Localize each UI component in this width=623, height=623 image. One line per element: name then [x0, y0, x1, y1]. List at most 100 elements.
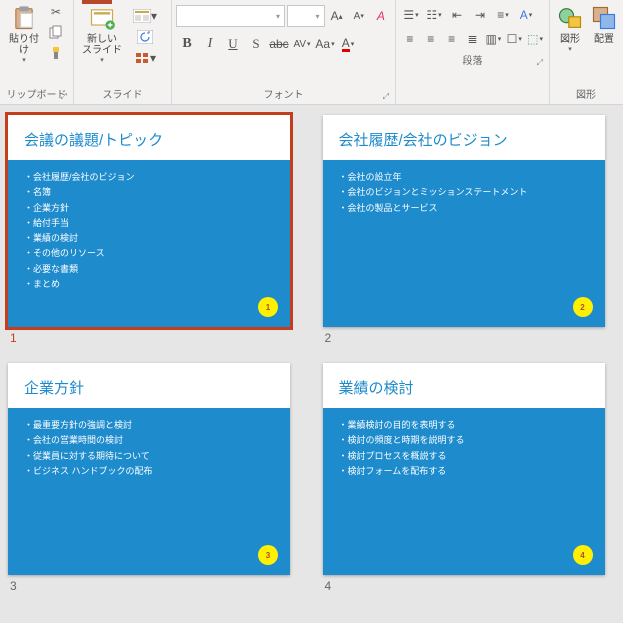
numbering-button[interactable]: ☷▾: [423, 4, 445, 26]
slide-bullet: 検討フォームを配布する: [339, 464, 589, 479]
text-direction-icon: A: [520, 8, 528, 22]
new-slide-button[interactable]: 新しい スライド ▾: [78, 2, 126, 66]
font-color-button[interactable]: A▾: [337, 33, 359, 55]
slide-title: 会社履歴/会社のビジョン: [339, 129, 589, 150]
slide-bullet: 会社のビジョンとミッションステートメント: [339, 185, 589, 200]
slide-thumbnail[interactable]: 会議の議題/トピック会社履歴/会社のビジョン名簿企業方針給付手当業績の検討その他…: [8, 115, 301, 345]
slide-thumb[interactable]: 企業方針最重要方針の強調と検討会社の営業時間の検討従業員に対する期待についてビジ…: [8, 363, 290, 575]
slide-bullet: 従業員に対する期待について: [24, 449, 274, 464]
decrease-font-button[interactable]: A▾: [349, 5, 369, 27]
slide-bullet: 検討の頻度と時期を説明する: [339, 433, 589, 448]
dialog-launcher-icon[interactable]: ⤢: [383, 92, 389, 102]
char-spacing-button[interactable]: AV▾: [291, 33, 313, 55]
outdent-icon: ⇤: [452, 8, 462, 22]
slide-bullet: 業績検討の目的を表明する: [339, 418, 589, 433]
increase-indent-button[interactable]: ⇥: [469, 4, 491, 26]
slide-title-band: 企業方針: [8, 363, 290, 408]
align-center-icon: ≡: [427, 32, 434, 46]
group-paragraph: ☰▾ ☷▾ ⇤ ⇥ ≡▾ A▾ ≡ ≡ ≡ ≣ ▥▾ ☐▾ ⬚▾ 段落 ⤢: [396, 0, 550, 104]
group-label: リップボード: [7, 90, 67, 101]
comment-badge[interactable]: 4: [573, 545, 593, 565]
dialog-launcher-icon[interactable]: ⤢: [61, 92, 67, 102]
slide-bullet: 会社履歴/会社のビジョン: [24, 170, 274, 185]
strike-button[interactable]: abc: [268, 33, 290, 55]
columns-icon: ▥: [485, 32, 496, 46]
section-button[interactable]: ▾: [128, 48, 162, 68]
line-spacing-button[interactable]: ≡▾: [492, 4, 514, 26]
slide-thumbnail[interactable]: 会社履歴/会社のビジョン会社の設立年会社のビジョンとミッションステートメント会社…: [323, 115, 616, 345]
slide-thumb[interactable]: 業績の検討業績検討の目的を表明する検討の頻度と時期を説明する検討プロセスを概説す…: [323, 363, 605, 575]
new-slide-label: 新しい スライド: [82, 34, 122, 56]
comment-badge[interactable]: 1: [258, 297, 278, 317]
slide-title-band: 業績の検討: [323, 363, 605, 408]
group-slides: 新しい スライド ▾ ▾ ▾ スライド: [74, 0, 172, 104]
slide-title-band: 会議の議題/トピック: [8, 115, 290, 160]
group-label: 段落: [463, 56, 483, 67]
font-name-combo[interactable]: ▾: [176, 5, 285, 27]
slide-bullet: 検討プロセスを概説する: [339, 449, 589, 464]
bullets-icon: ☰: [403, 8, 414, 22]
clear-format-button[interactable]: A: [371, 5, 391, 27]
slide-title: 業績の検討: [339, 377, 589, 398]
align-right-button[interactable]: ≡: [442, 28, 462, 50]
copy-icon: [49, 25, 63, 42]
align-left-button[interactable]: ≡: [400, 28, 420, 50]
line-spacing-icon: ≡: [497, 8, 504, 22]
underline-button[interactable]: U: [222, 33, 244, 55]
slide-bullet: 名簿: [24, 185, 274, 200]
bullets-button[interactable]: ☰▾: [400, 4, 422, 26]
reset-button[interactable]: [128, 27, 162, 47]
brush-icon: [49, 46, 63, 63]
arrange-button[interactable]: 配置: [588, 2, 620, 47]
slide-bullet: 会社の製品とサービス: [339, 201, 589, 216]
increase-font-button[interactable]: A▴: [327, 5, 347, 27]
shapes-button[interactable]: 図形 ▾: [554, 2, 586, 55]
paste-icon: [10, 4, 38, 32]
shapes-icon: [556, 4, 584, 32]
chevron-down-icon: ▾: [276, 12, 280, 21]
columns-button[interactable]: ▥▾: [483, 28, 503, 50]
shadow-button[interactable]: S: [245, 33, 267, 55]
text-direction-button[interactable]: A▾: [515, 4, 537, 26]
justify-button[interactable]: ≣: [463, 28, 483, 50]
change-case-button[interactable]: Aa▾: [314, 33, 336, 55]
align-text-button[interactable]: ☐▾: [504, 28, 524, 50]
slide-title-band: 会社履歴/会社のビジョン: [323, 115, 605, 160]
slide-thumbnail[interactable]: 企業方針最重要方針の強調と検討会社の営業時間の検討従業員に対する期待についてビジ…: [8, 363, 301, 593]
group-label: スライド: [103, 90, 143, 101]
comment-badge[interactable]: 3: [258, 545, 278, 565]
dialog-launcher-icon[interactable]: ⤢: [537, 58, 543, 68]
decrease-indent-button[interactable]: ⇤: [446, 4, 468, 26]
italic-button[interactable]: I: [199, 33, 221, 55]
font-size-combo[interactable]: ▾: [287, 5, 325, 27]
slide-number: 4: [325, 579, 616, 593]
slide-bullet: 最重要方針の強調と検討: [24, 418, 274, 433]
layout-button[interactable]: ▾: [128, 6, 162, 26]
slide-thumbnail[interactable]: 業績の検討業績検討の目的を表明する検討の頻度と時期を説明する検討プロセスを概説す…: [323, 363, 616, 593]
smartart-icon: ⬚: [527, 32, 538, 46]
cut-button[interactable]: ✂: [46, 2, 66, 22]
slide-bullet: ビジネス ハンドブックの配布: [24, 464, 274, 479]
align-right-icon: ≡: [448, 32, 455, 46]
group-label: 図形: [576, 90, 596, 101]
smartart-button[interactable]: ⬚▾: [525, 28, 545, 50]
bold-button[interactable]: B: [176, 33, 198, 55]
format-painter-button[interactable]: [46, 44, 66, 64]
paste-label: 貼り付け: [6, 34, 42, 56]
align-left-icon: ≡: [406, 32, 413, 46]
group-label: フォント: [264, 90, 304, 101]
slide-body: 会社の設立年会社のビジョンとミッションステートメント会社の製品とサービス: [323, 160, 605, 226]
slide-thumb[interactable]: 会社履歴/会社のビジョン会社の設立年会社のビジョンとミッションステートメント会社…: [323, 115, 605, 327]
copy-button[interactable]: [46, 23, 66, 43]
align-center-button[interactable]: ≡: [421, 28, 441, 50]
slide-bullet: まとめ: [24, 277, 274, 292]
slide-bullet: その他のリソース: [24, 246, 274, 261]
slide-bullet: 企業方針: [24, 201, 274, 216]
slide-thumb[interactable]: 会議の議題/トピック会社履歴/会社のビジョン名簿企業方針給付手当業績の検討その他…: [8, 115, 290, 327]
comment-badge[interactable]: 2: [573, 297, 593, 317]
chevron-down-icon: ▾: [22, 56, 26, 64]
indent-icon: ⇥: [475, 8, 485, 22]
group-font: ▾ ▾ A▴ A▾ A B I U S abc AV▾ Aa▾ A▾ フォント ⤢: [172, 0, 396, 104]
eraser-icon: A: [377, 9, 385, 23]
paste-button[interactable]: 貼り付け ▾: [4, 2, 44, 66]
